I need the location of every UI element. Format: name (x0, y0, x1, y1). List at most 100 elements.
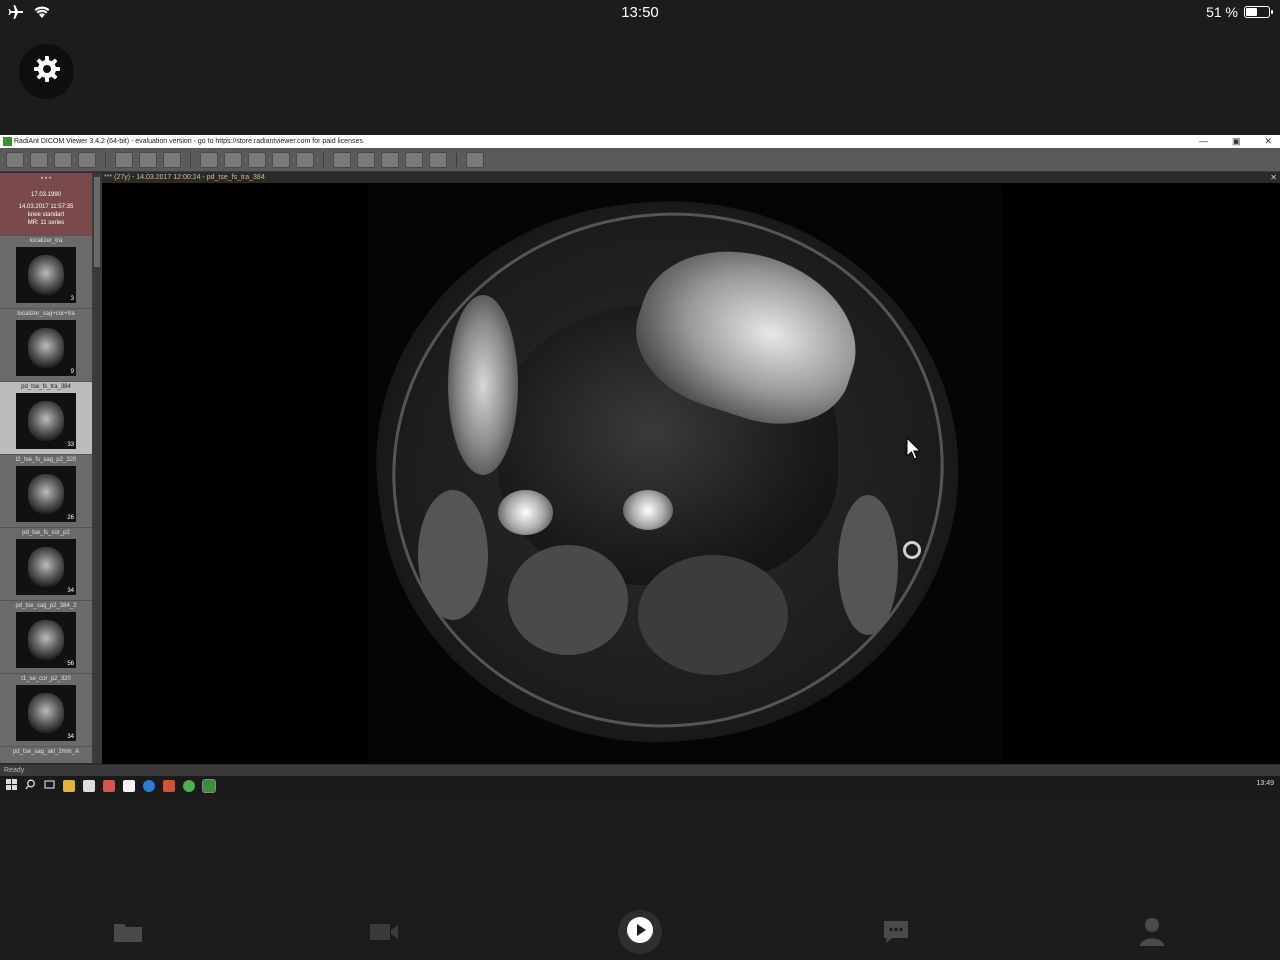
radiant-taskbar-icon[interactable] (202, 778, 216, 793)
series-label: localizer_sag+cor+tra (17, 311, 75, 317)
series-label: t1_se_cor_p2_320 (21, 676, 71, 682)
study-date: 14.03.2017 11:57:35 (18, 204, 74, 210)
windows-taskbar: 13:49 (0, 776, 1280, 795)
maximize-button[interactable]: ▣ (1232, 135, 1241, 148)
person-icon (1139, 917, 1165, 952)
series-image-count: 34 (67, 734, 74, 740)
video-tab[interactable] (364, 914, 404, 954)
compare-button[interactable] (224, 151, 242, 168)
series-image-count: 3 (70, 296, 74, 302)
series-label: localizer_tra (29, 238, 63, 244)
file-explorer-icon[interactable] (63, 779, 75, 792)
download-button[interactable] (54, 151, 72, 168)
patient-info[interactable]: * * * 17.03.1990 14.03.2017 11:57:35 kne… (0, 173, 92, 235)
viewport-header: *** (27y) - 14.03.2017 12:00:24 - pd_tse… (102, 173, 1280, 183)
close-window-button[interactable]: ✕ (1264, 135, 1272, 148)
series-thumbnail: 33 (16, 393, 76, 449)
window-title: RadiAnt DICOM Viewer 3.4.2 (64-bit) - ev… (14, 138, 363, 145)
sidebar-scrollbar[interactable] (92, 173, 102, 763)
series-thumbnail: 9 (16, 320, 76, 376)
minimize-button[interactable]: — (1199, 135, 1208, 148)
series-label: pd_tse_sag_p2_384_2 (15, 603, 77, 609)
crosshair-button[interactable] (248, 151, 266, 168)
window-titlebar: RadiAnt DICOM Viewer 3.4.2 (64-bit) - ev… (0, 135, 1280, 148)
series-label: pd_tse_fs_tra_384 (21, 384, 71, 390)
series-sidebar: * * * 17.03.1990 14.03.2017 11:57:35 kne… (0, 173, 92, 763)
series-item[interactable]: localizer_tra 3 (0, 235, 92, 308)
remote-desktop-view[interactable]: RadiAnt DICOM Viewer 3.4.2 (64-bit) - ev… (0, 135, 1280, 795)
patient-name: * * * (40, 177, 52, 183)
folder-icon (113, 920, 143, 949)
series-label: pd_tse_fs_cor_p2 (22, 530, 70, 536)
gear-icon (33, 55, 61, 88)
series-count: MR: 11 series (27, 220, 65, 226)
series-item[interactable]: pd_tse_fs_cor_p2 34 (0, 527, 92, 600)
open-cd-button[interactable] (30, 151, 48, 168)
search-icon[interactable] (25, 777, 36, 795)
mri-image (368, 185, 1002, 764)
series-thumbnail: 26 (16, 466, 76, 522)
chat-icon (882, 919, 910, 950)
close-viewport-button[interactable]: ✕ (1270, 173, 1277, 182)
volume-button[interactable] (405, 151, 423, 168)
series-thumbnail: 56 (16, 612, 76, 668)
series-label: pd_tse_sag_akl_2mm_A (12, 749, 80, 755)
store-icon[interactable] (83, 779, 95, 792)
task-view-icon[interactable] (44, 777, 55, 795)
settings-button[interactable] (19, 44, 74, 99)
window-level-button[interactable] (272, 151, 290, 168)
profile-tab[interactable] (1132, 914, 1172, 954)
chrome-browser-icon[interactable] (183, 779, 195, 792)
video-camera-icon (369, 921, 399, 948)
toolbar-divider (190, 152, 191, 167)
windows-start-icon[interactable] (6, 777, 17, 795)
series-image-count: 56 (67, 661, 74, 667)
powerpoint-icon[interactable] (163, 779, 175, 792)
3d-button[interactable] (381, 151, 399, 168)
study-description: knee standart (27, 212, 65, 218)
series-thumbnail: 34 (16, 685, 76, 741)
pdf-reader-icon[interactable] (103, 779, 115, 792)
status-bar: 13:50 51 % (0, 0, 1280, 28)
measure-button[interactable] (296, 151, 314, 168)
play-button[interactable] (618, 910, 662, 954)
series-thumbnail: 3 (16, 247, 76, 303)
taskbar-clock: 13:49 (1256, 780, 1274, 787)
series-image-count: 33 (67, 442, 74, 448)
series-image-count: 34 (67, 588, 74, 594)
layout-grid-button[interactable] (115, 151, 133, 168)
series-item[interactable]: t1_se_cor_p2_320 34 (0, 673, 92, 746)
open-folder-button[interactable] (6, 151, 24, 168)
series-image-count: 9 (70, 369, 74, 375)
toolbar-divider (105, 152, 106, 167)
series-item[interactable]: t2_tse_fs_sag_p2_320 26 (0, 454, 92, 527)
image-viewport[interactable]: *** (27y) - 14.03.2017 12:00:24 - pd_tse… (102, 173, 1280, 764)
film-button[interactable] (357, 151, 375, 168)
chat-tab[interactable] (876, 914, 916, 954)
globe-button[interactable] (429, 151, 447, 168)
series-item[interactable]: pd_tse_sag_akl_2mm_A (0, 746, 92, 761)
battery-percent: 51 % (1206, 4, 1238, 20)
help-button[interactable] (466, 151, 484, 168)
series-thumbnail: 34 (16, 539, 76, 595)
bottom-navigation (0, 900, 1280, 960)
series-item[interactable]: localizer_sag+cor+tra 9 (0, 308, 92, 381)
edge-browser-icon[interactable] (143, 779, 155, 792)
series-item[interactable]: pd_tse_sag_p2_384_2 56 (0, 600, 92, 673)
files-tab[interactable] (108, 914, 148, 954)
series-button[interactable] (200, 151, 218, 168)
toolbar-divider (323, 152, 324, 167)
document-icon[interactable] (123, 779, 135, 792)
series-item[interactable]: pd_tse_fs_tra_384 33 (0, 381, 92, 454)
mpr-button[interactable] (333, 151, 351, 168)
series-label: t2_tse_fs_sag_p2_320 (15, 457, 77, 463)
save-button[interactable] (78, 151, 96, 168)
link-button[interactable] (139, 151, 157, 168)
clock: 13:50 (621, 4, 659, 21)
viewer-toolbar (0, 148, 1280, 172)
series-image-count: 26 (67, 515, 74, 521)
battery-icon (1244, 6, 1273, 18)
annotation-text-button[interactable] (163, 151, 181, 168)
status-line: Ready (0, 765, 1280, 776)
radiant-app-icon (3, 137, 12, 146)
